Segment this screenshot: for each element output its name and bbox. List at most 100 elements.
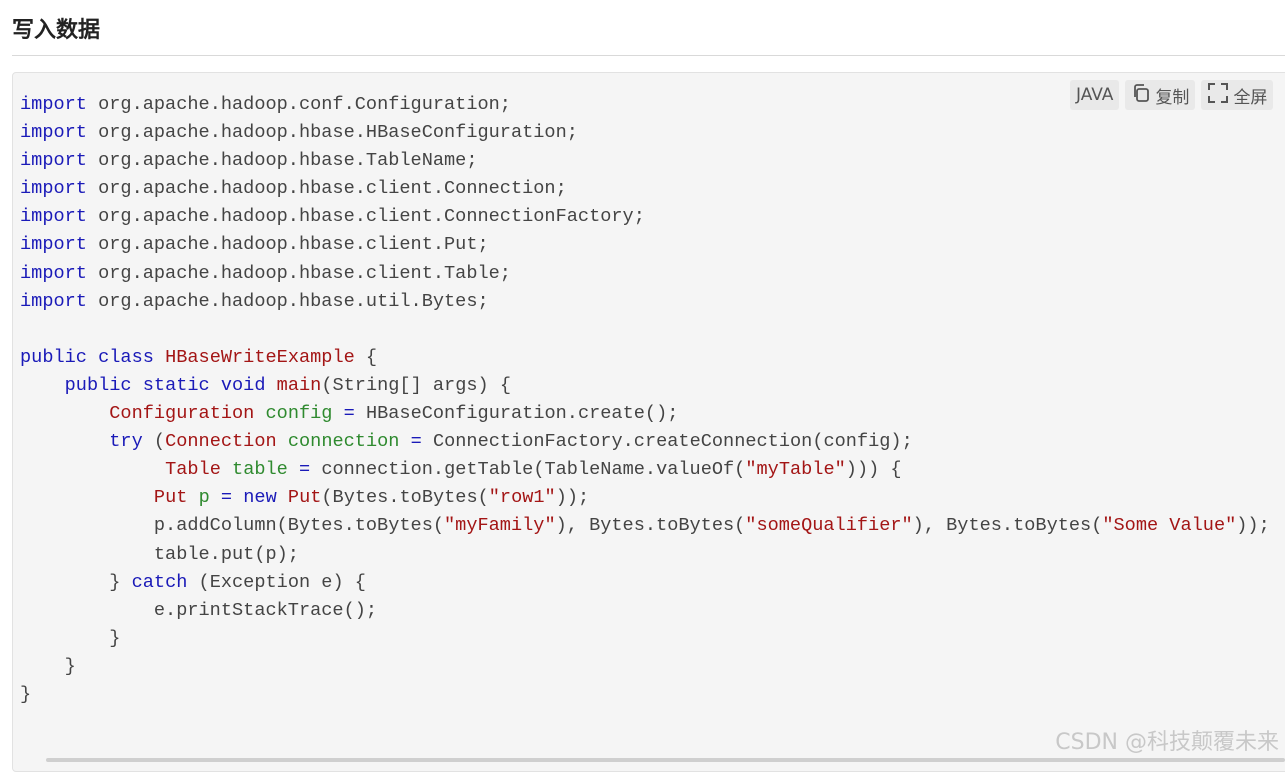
code-token: } xyxy=(20,571,132,593)
code-token: p.addColumn(Bytes.toBytes( xyxy=(20,515,445,537)
code-token: { xyxy=(354,346,378,368)
code-line: } catch (Exception e) { xyxy=(20,569,1270,597)
code-line: table.put(p); xyxy=(20,541,1270,569)
code-token: } xyxy=(20,655,76,677)
code-token: import xyxy=(20,122,87,144)
code-token: org.apache.hadoop.hbase.client.Connectio… xyxy=(86,178,567,200)
code-token: import xyxy=(20,206,87,228)
code-token: import xyxy=(20,290,87,312)
code-line: public static void main(String[] args) { xyxy=(20,372,1270,400)
code-token: (Exception e) { xyxy=(187,571,366,593)
code-token: public class xyxy=(20,346,154,368)
code-token: (Bytes.toBytes( xyxy=(321,487,489,509)
code-token: new xyxy=(243,487,277,509)
code-token: = xyxy=(299,459,311,481)
code-token: public static void xyxy=(64,374,266,396)
code-line: } xyxy=(20,625,1270,653)
code-token: table.put(p); xyxy=(20,543,299,565)
watermark: CSDN @科技颠覆未来 xyxy=(1055,730,1279,755)
code-token: = xyxy=(343,403,355,425)
code-token: try xyxy=(109,431,143,453)
code-token: import xyxy=(20,234,87,256)
code-token: table xyxy=(232,459,288,481)
code-token: org.apache.hadoop.hbase.client.Connectio… xyxy=(86,206,645,228)
code-token: import xyxy=(20,94,87,115)
code-token: (String[] args) { xyxy=(321,374,511,396)
code-token: org.apache.hadoop.hbase.TableName; xyxy=(86,150,478,172)
code-token: HBaseWriteExample xyxy=(165,346,355,368)
code-token: )); xyxy=(1236,515,1270,537)
code-token: Connection xyxy=(165,431,277,453)
code-line: import org.apache.hadoop.hbase.client.Ta… xyxy=(20,260,1270,288)
code-token: e.printStackTrace(); xyxy=(20,599,378,621)
code-token: connection xyxy=(287,431,400,453)
code-line: Table table = connection.getTable(TableN… xyxy=(20,456,1270,484)
code-token: org.apache.hadoop.hbase.client.Table; xyxy=(86,262,511,284)
code-line: p.addColumn(Bytes.toBytes("myFamily"), B… xyxy=(20,512,1270,540)
code-token: import xyxy=(20,262,87,284)
code-token: "myFamily" xyxy=(444,515,556,537)
code-line: e.printStackTrace(); xyxy=(20,597,1270,625)
code-token: } xyxy=(20,627,121,649)
code-token: connection.getTable(TableName.valueOf( xyxy=(310,459,746,481)
code-token: = xyxy=(220,487,233,509)
code-token: org.apache.hadoop.hbase.util.Bytes; xyxy=(86,290,489,312)
code-token: org.apache.hadoop.hbase.client.Put; xyxy=(86,234,489,256)
code-line: import org.apache.hadoop.hbase.client.Co… xyxy=(20,175,1270,203)
code-token: "myTable" xyxy=(745,459,846,481)
code-token: "someQualifier" xyxy=(745,515,913,537)
code-line: Configuration config = HBaseConfiguratio… xyxy=(20,400,1270,428)
code-token: Table xyxy=(165,459,221,481)
code-line: public class HBaseWriteExample { xyxy=(20,344,1270,372)
code-token: ))) { xyxy=(845,459,902,481)
section-title: 写入数据 xyxy=(12,18,101,43)
code-token: Put xyxy=(287,487,322,509)
code-token: "Some Value" xyxy=(1102,515,1237,537)
code-line: import org.apache.hadoop.hbase.util.Byte… xyxy=(20,288,1270,316)
code-token: ( xyxy=(142,431,166,453)
code-line: } xyxy=(20,653,1270,681)
code-token: config xyxy=(265,403,333,425)
code-line: import org.apache.hadoop.hbase.TableName… xyxy=(20,147,1270,175)
code-token: import xyxy=(20,178,87,200)
code-token: ), Bytes.toBytes( xyxy=(555,515,746,537)
code-line: import org.apache.hadoop.hbase.HBaseConf… xyxy=(20,119,1270,147)
code-token: )); xyxy=(555,487,590,509)
code-token: } xyxy=(20,683,32,705)
code-line: } xyxy=(20,681,1270,709)
code-token: p xyxy=(198,487,210,509)
code-token: ConnectionFactory.createConnection(confi… xyxy=(421,431,913,453)
code-token: org.apache.hadoop.conf.Configuration; xyxy=(86,94,511,115)
code-token: Put xyxy=(153,487,188,509)
code-token: org.apache.hadoop.hbase.HBaseConfigurati… xyxy=(86,122,578,144)
code-content: import org.apache.hadoop.conf.Configurat… xyxy=(20,91,1270,709)
code-token: import xyxy=(20,150,87,172)
code-token: "row1" xyxy=(488,487,556,509)
code-token: = xyxy=(410,431,422,453)
code-line: import org.apache.hadoop.hbase.client.Co… xyxy=(20,203,1270,231)
code-token: main xyxy=(276,374,322,396)
code-token: ), Bytes.toBytes( xyxy=(912,515,1103,537)
horizontal-scrollbar[interactable] xyxy=(46,758,1285,762)
code-token: HBaseConfiguration.create(); xyxy=(354,403,679,425)
code-line: import org.apache.hadoop.hbase.client.Pu… xyxy=(20,231,1270,259)
code-line: Put p = new Put(Bytes.toBytes("row1")); xyxy=(20,484,1270,512)
code-line: import org.apache.hadoop.conf.Configurat… xyxy=(20,91,1270,119)
